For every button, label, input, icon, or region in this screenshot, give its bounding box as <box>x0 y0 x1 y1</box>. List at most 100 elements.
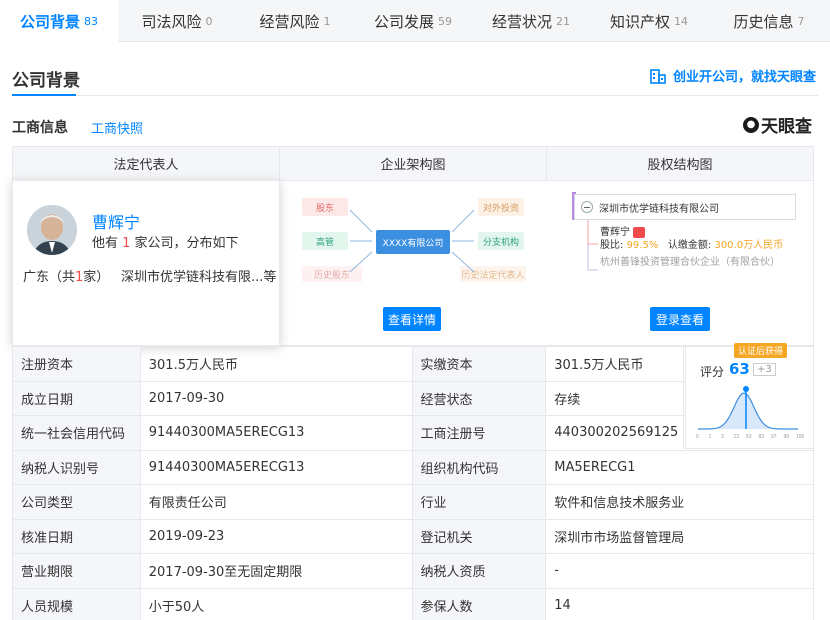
logo-text: 天眼查 <box>761 117 812 137</box>
score-tick-label: 99 <box>784 434 790 440</box>
avatar-image <box>27 205 77 255</box>
summary-text: 他有 <box>92 236 123 251</box>
region-text: 家） <box>83 270 110 285</box>
tab-count: 14 <box>674 14 688 28</box>
table-value: 深圳市市场监督管理局 <box>545 518 814 554</box>
region-summary: 广东（共1家） <box>23 266 109 285</box>
org-arrows <box>349 209 475 273</box>
org-structure-diagram: 股东 高管 历史股东 XXXX有限公司 对外投资 分支机构 历史法定代表人 <box>290 192 538 282</box>
table-key: 经营状态 <box>411 380 547 416</box>
table-value: - <box>545 553 814 589</box>
tab-company-background[interactable]: 公司背景 83 <box>0 0 118 42</box>
summary-text: 家公司，分布如下 <box>130 236 239 251</box>
table-key: 登记机关 <box>411 518 547 554</box>
table-value: 小于50人 <box>139 587 413 620</box>
amount-value: 300.0万人民币 <box>714 240 784 251</box>
holder2-name: 杭州善锋投资管理合伙企业（有限合伙） <box>600 257 780 268</box>
table-row: 纳税人识别号 91440300MA5ERECG13 组织机构代码 MA5ERECG1 <box>12 449 814 485</box>
tab-operating-risk[interactable]: 经营风险 1 <box>236 0 354 42</box>
tab-count: 0 <box>205 14 213 28</box>
table-row: 营业期限 2017-09-30至无固定期限 纳税人资质 - <box>12 553 814 589</box>
table-value: 有限责任公司 <box>139 484 413 520</box>
tab-bar: 公司背景 83 司法风险 0 经营风险 1 公司发展 59 经营状况 21 知识产权 14 … <box>0 0 830 42</box>
score-tick-label: 0 <box>696 434 699 440</box>
building-icon <box>650 68 666 84</box>
section-divider <box>12 95 818 96</box>
ratio-label: 股比: <box>600 240 624 251</box>
tab-count: 59 <box>438 14 452 28</box>
table-value: MA5ERECG1 <box>545 449 814 485</box>
table-value: 440300202569125 <box>545 415 685 451</box>
tab-business-status[interactable]: 经营状况 21 <box>472 0 590 42</box>
tab-company-development[interactable]: 公司发展 59 <box>354 0 472 42</box>
legal-rep-card: 曹辉宁 他有 1 家公司，分布如下 广东（共1家） 深圳市优学链科技有限...等 <box>12 180 280 346</box>
score-value: 63 <box>729 360 750 378</box>
region-text: 广东（共 <box>23 270 76 285</box>
table-row: 核准日期 2019-09-23 登记机关 深圳市市场监督管理局 <box>12 518 814 554</box>
tab-label: 公司发展 <box>373 12 434 31</box>
table-key: 纳税人资质 <box>411 553 547 589</box>
table-value: 2017-09-30 <box>139 380 413 416</box>
tab-intellectual-property[interactable]: 知识产权 14 <box>590 0 708 42</box>
ratio-value: 99.5% <box>626 240 659 251</box>
score-tick-label: 3 <box>721 434 724 440</box>
col-equity-structure: 股权结构图 <box>546 147 813 180</box>
score-distribution-chart: 0 1 3 13 53 83 97 99 100 <box>696 386 804 440</box>
business-snapshot-link[interactable]: 工商快照 <box>91 118 143 137</box>
table-key: 成立日期 <box>12 380 141 416</box>
business-info-title: 工商信息 <box>12 120 68 136</box>
related-company-link[interactable]: 深圳市优学链科技有限...等 <box>121 266 276 285</box>
tab-label: 公司背景 <box>19 12 80 31</box>
legal-rep-summary: 他有 1 家公司，分布如下 <box>92 232 239 251</box>
score-tick-label: 13 <box>734 434 740 440</box>
table-key: 行业 <box>411 484 547 520</box>
table-value: 301.5万人民币 <box>545 346 685 382</box>
table-key: 实缴资本 <box>411 346 547 382</box>
score-tick-label: 1 <box>709 434 712 440</box>
table-key: 工商注册号 <box>411 415 547 451</box>
table-key: 核准日期 <box>12 518 141 554</box>
table-value: 2017-09-30至无固定期限 <box>139 553 413 589</box>
table-key: 纳税人识别号 <box>12 449 141 485</box>
tab-label: 知识产权 <box>609 12 670 31</box>
section-title-underline <box>12 94 76 96</box>
tab-count: 7 <box>797 14 805 28</box>
score-curve-area <box>698 393 798 429</box>
score-tick-label: 97 <box>771 434 777 440</box>
score-panel: 认证后获得 评分 63 +3 0 1 3 13 53 83 97 99 100 <box>685 343 814 449</box>
logo-mark-icon: ● <box>743 116 759 133</box>
section-title: 公司背景 <box>12 71 80 91</box>
tab-history-info[interactable]: 历史信息 7 <box>708 0 830 42</box>
login-view-button[interactable]: 登录查看 <box>650 307 710 331</box>
table-row: 公司类型 有限责任公司 行业 软件和信息技术服务业 <box>12 484 814 520</box>
table-key: 公司类型 <box>12 484 141 520</box>
table-key: 统一社会信用代码 <box>12 415 141 451</box>
view-details-button[interactable]: 查看详情 <box>383 307 441 331</box>
tianyancha-logo: ● 天眼查 <box>743 112 812 137</box>
col-org-structure: 企业架构图 <box>279 147 546 180</box>
table-key: 注册资本 <box>12 346 141 382</box>
equity-structure-diagram: 深圳市优学链科技有限公司 曹辉宁 股比: 99.5% 认缴金额: 300.0万人… <box>572 192 798 286</box>
tab-label: 经营状况 <box>491 12 552 31</box>
tab-count: 83 <box>84 14 98 28</box>
amount-label: 认缴金额: <box>667 240 712 251</box>
table-value: 2019-09-23 <box>139 518 413 554</box>
score-marker-dot <box>743 386 749 392</box>
tab-judicial-risk[interactable]: 司法风险 0 <box>118 0 236 42</box>
equity-holder-node: 曹辉宁 股比: 99.5% 认缴金额: 300.0万人民币 杭州善锋投资管理合伙… <box>600 226 783 269</box>
table-value: 91440300MA5ERECG13 <box>139 415 413 451</box>
table-key: 人员规模 <box>12 587 141 620</box>
table-value: 存续 <box>545 380 685 416</box>
promo-text: 创业开公司，就找天眼查 <box>672 70 816 85</box>
tab-count: 21 <box>556 14 570 28</box>
promo-link[interactable]: 创业开公司，就找天眼查 <box>649 66 816 85</box>
panel-header: 法定代表人 企业架构图 股权结构图 <box>13 147 813 181</box>
table-value: 91440300MA5ERECG13 <box>139 449 413 485</box>
table-key: 参保人数 <box>411 587 547 620</box>
holder-tag-icon <box>633 226 646 238</box>
legal-rep-name[interactable]: 曹辉宁 <box>92 209 140 233</box>
score-tick-label: 53 <box>746 434 752 440</box>
score-plus: +3 <box>753 363 776 376</box>
avatar <box>27 205 77 255</box>
table-row: 人员规模 小于50人 参保人数 14 <box>12 587 814 620</box>
